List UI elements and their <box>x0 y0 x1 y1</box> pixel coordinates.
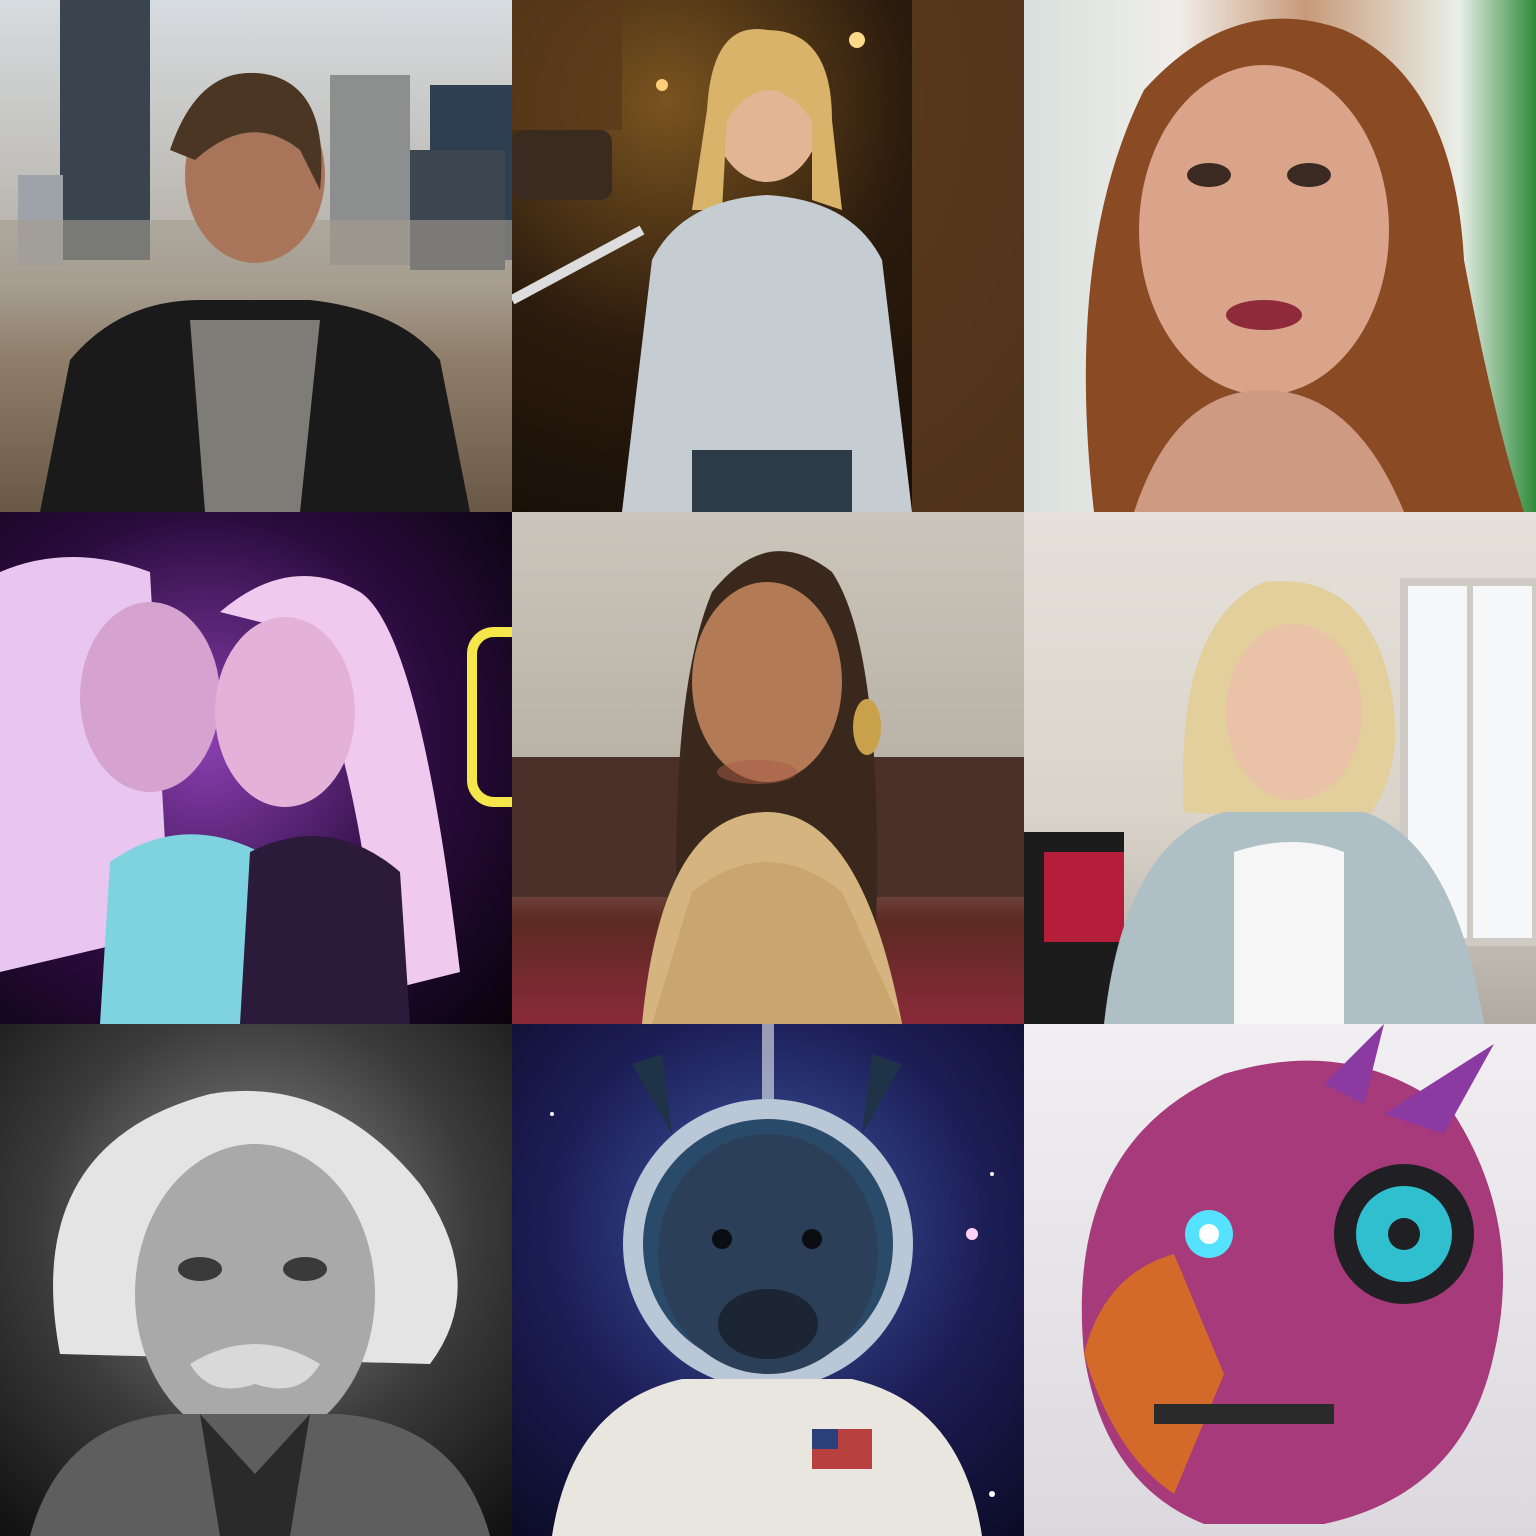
photo-woman-night-street-art <box>512 0 1024 512</box>
photo-man-leather-jacket-art <box>0 0 512 512</box>
photo-auburn-woman-closeup-art <box>1085 18 1524 512</box>
photo-woman-denim-shirt-art <box>1024 578 1536 1024</box>
photo-robot-skull-headphones-art <box>1081 1024 1503 1524</box>
photo-two-women-neon-art <box>0 557 512 1024</box>
photo-man-leather-jacket <box>0 0 512 512</box>
photo-robot-skull-headphones <box>1024 1024 1536 1536</box>
photo-dog-astronaut-art <box>550 1024 995 1536</box>
photo-two-women-neon <box>0 512 512 1024</box>
image-collage-grid <box>0 0 1536 1536</box>
photo-woman-gold-saree <box>512 512 1024 1024</box>
photo-elderly-man-bw <box>0 1024 512 1536</box>
photo-elderly-man-bw-art <box>30 1090 490 1536</box>
photo-woman-denim-shirt <box>1024 512 1536 1024</box>
photo-woman-gold-saree-art <box>512 551 1024 1024</box>
photo-auburn-woman-closeup <box>1024 0 1536 512</box>
photo-dog-astronaut <box>512 1024 1024 1536</box>
photo-woman-night-street <box>512 0 1024 512</box>
